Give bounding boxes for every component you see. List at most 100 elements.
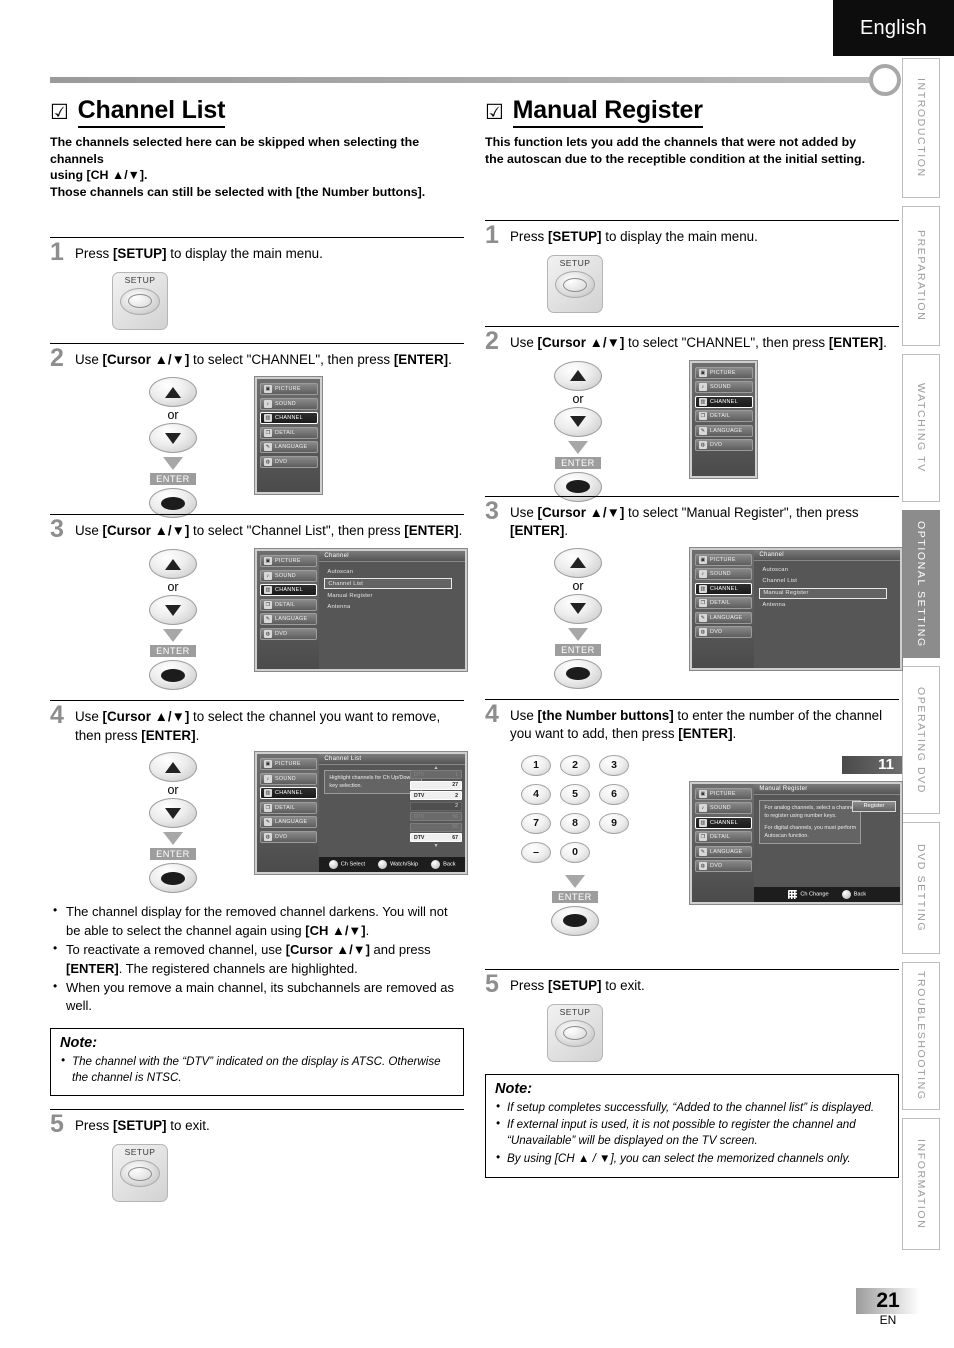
step-key-cursor: [Cursor ▲/▼] — [102, 523, 190, 539]
cursor-up-button-icon — [149, 549, 197, 580]
osd-menu-item-language[interactable]: ✎ LANGUAGE — [695, 611, 753, 624]
osd-item-autoscan[interactable]: Autoscan — [324, 567, 450, 576]
footer-ch-change[interactable]: Ch Change — [788, 889, 829, 899]
osd-menu-item-picture[interactable]: ▣ PICTURE — [260, 555, 318, 568]
osd-menu-item-dvd[interactable]: ◍ DVD — [695, 860, 753, 873]
footer-watch-skip[interactable]: Watch/Skip — [378, 860, 418, 870]
osd-menu-item-sound[interactable]: ♪ SOUND — [260, 772, 318, 785]
note-item: The channel with the “DTV” indicated on … — [60, 1053, 454, 1086]
osd-menu-item-detail[interactable]: ❐ DETAIL — [260, 801, 318, 814]
table-row[interactable]: DTV 56 — [410, 812, 462, 822]
osd-menu-item-dvd[interactable]: ◍ DVD — [695, 439, 753, 452]
sidebar-item-troubleshooting[interactable]: TROUBLESHOOTING — [902, 962, 940, 1110]
key-7[interactable]: 7 — [521, 812, 551, 834]
osd-menu-item-channel[interactable]: ▥ CHANNEL — [260, 787, 318, 800]
osd-label: SOUND — [710, 571, 731, 578]
lead-line-2b: [CH ▲/▼] — [86, 168, 145, 183]
list-item: To reactivate a removed channel, use [Cu… — [50, 940, 464, 978]
footer-back[interactable]: Back — [431, 860, 456, 870]
osd-menu-item-picture[interactable]: ▣ PICTURE — [695, 787, 753, 800]
osd-menu-item-detail[interactable]: ❐ DETAIL — [695, 410, 753, 423]
osd-menu-item-picture[interactable]: ▣ PICTURE — [695, 366, 753, 379]
osd-item-manual-register[interactable]: Manual Register — [759, 587, 888, 599]
sidebar-item-watching-tv[interactable]: WATCHING TV — [902, 354, 940, 502]
osd-menu-item-dvd[interactable]: ◍ DVD — [260, 830, 318, 843]
sidebar-item-operating-dvd[interactable]: OPERATING DVD — [902, 666, 940, 814]
sidebar-item-dvd-setting[interactable]: DVD SETTING — [902, 822, 940, 954]
lead-line-1: The channels selected here can be skippe… — [50, 135, 420, 166]
footer-back[interactable]: Back — [841, 889, 866, 899]
osd-menu-item-sound[interactable]: ♪ SOUND — [695, 802, 753, 815]
sidebar-item-optional-setting[interactable]: OPTIONAL SETTING — [902, 510, 940, 658]
key-0[interactable]: 0 — [560, 841, 590, 863]
table-row[interactable]: 27 — [410, 780, 462, 790]
key-3[interactable]: 3 — [599, 754, 629, 776]
title-text: Manual Register — [512, 96, 703, 128]
osd-menu-item-sound[interactable]: ♪ SOUND — [695, 381, 753, 394]
table-row[interactable]: DTV 2 — [410, 791, 462, 801]
step-number: 1 — [50, 237, 64, 266]
key-9[interactable]: 9 — [599, 812, 629, 834]
osd-menu-item-sound[interactable]: ♪ SOUND — [260, 569, 318, 582]
osd-manual-register-screen: ▣ PICTURE ♪ SOUND ▥ CHANNEL ❐ DETAIL ✎ LANGUA… — [690, 781, 902, 904]
key-1[interactable]: 1 — [521, 754, 551, 776]
scroll-down-icon[interactable]: ▼ — [410, 843, 462, 848]
cursor-up-button-icon — [554, 360, 602, 391]
osd-menu-item-dvd[interactable]: ◍ DVD — [695, 626, 753, 639]
osd-menu-item-sound[interactable]: ♪ SOUND — [695, 568, 753, 581]
osd-menu-item-channel[interactable]: ▥ CHANNEL — [695, 816, 753, 829]
note-item: If external input is used, it is not pos… — [495, 1116, 889, 1149]
osd-menu-item-detail[interactable]: ❐ DETAIL — [695, 597, 753, 610]
step-key-enter: [ENTER] — [404, 523, 459, 539]
osd-menu-item-language[interactable]: ✎ LANGUAGE — [260, 613, 318, 626]
osd-menu-item-language[interactable]: ✎ LANGUAGE — [695, 845, 753, 858]
table-row[interactable]: 56 — [410, 822, 462, 832]
osd-menu-item-dvd[interactable]: ◍ DVD — [260, 455, 318, 468]
sound-icon: ♪ — [264, 571, 272, 580]
key-4[interactable]: 4 — [521, 783, 551, 805]
osd-menu-item-language[interactable]: ✎ LANGUAGE — [260, 441, 318, 454]
osd-main-menu: ▣ PICTURE ♪ SOUND ▥ CHANNEL ❐ DETAIL ✎ LANGUA… — [690, 360, 757, 478]
table-row[interactable]: 2 — [410, 801, 462, 811]
osd-item-channel-list[interactable]: Channel List — [324, 578, 453, 590]
key-8[interactable]: 8 — [560, 812, 590, 834]
footer-ch-select[interactable]: Ch Select — [328, 860, 365, 870]
osd-menu-item-channel[interactable]: ▥ CHANNEL — [695, 582, 753, 595]
osd-register-button[interactable]: Register — [852, 800, 896, 812]
flow-arrow-icon — [163, 457, 183, 471]
flow-arrow-icon — [568, 440, 588, 454]
osd-menu-item-detail[interactable]: ❐ DETAIL — [260, 426, 318, 439]
osd-item-antenna[interactable]: Antenna — [759, 601, 885, 610]
osd-menu-item-dvd[interactable]: ◍ DVD — [260, 627, 318, 640]
or-label: or — [572, 391, 584, 406]
osd-item-antenna[interactable]: Antenna — [324, 602, 450, 611]
osd-menu-item-language[interactable]: ✎ LANGUAGE — [260, 816, 318, 829]
osd-menu-item-detail[interactable]: ❐ DETAIL — [260, 598, 318, 611]
note-line-2: For digital channels, you must perform A… — [764, 825, 857, 840]
key-5[interactable]: 5 — [560, 783, 590, 805]
keypad-row: – 0 — [521, 841, 629, 863]
osd-label: SOUND — [275, 400, 296, 407]
sidebar-item-information[interactable]: INFORMATION — [902, 1118, 940, 1250]
table-row[interactable]: DTV 67 — [410, 833, 462, 843]
osd-menu-item-channel[interactable]: ▥ CHANNEL — [695, 395, 753, 408]
sidebar-item-introduction[interactable]: INTRODUCTION — [902, 58, 940, 198]
key-dash[interactable]: – — [521, 841, 551, 863]
osd-menu-item-picture[interactable]: ▣ PICTURE — [695, 553, 753, 566]
osd-menu-item-channel[interactable]: ▥ CHANNEL — [260, 412, 318, 425]
osd-menu-item-picture[interactable]: ▣ PICTURE — [260, 383, 318, 396]
table-row[interactable]: DTV 1 — [410, 770, 462, 780]
key-6[interactable]: 6 — [599, 783, 629, 805]
key-2[interactable]: 2 — [560, 754, 590, 776]
osd-menu-item-detail[interactable]: ❐ DETAIL — [695, 831, 753, 844]
osd-item-autoscan[interactable]: Autoscan — [759, 566, 885, 575]
sidebar-item-preparation[interactable]: PREPARATION — [902, 206, 940, 346]
osd-menu-item-language[interactable]: ✎ LANGUAGE — [695, 424, 753, 437]
step-text: Press [SETUP] to display the main menu. — [75, 243, 323, 264]
osd-menu-item-picture[interactable]: ▣ PICTURE — [260, 758, 318, 771]
osd-item-manual-register[interactable]: Manual Register — [324, 591, 450, 600]
osd-item-channel-list[interactable]: Channel List — [759, 577, 885, 586]
osd-channel-rows: ▲ DTV 1 27 DTV 2 2 DTV 56 56 DTV 67 ▼ — [410, 766, 462, 848]
osd-menu-item-channel[interactable]: ▥ CHANNEL — [260, 584, 318, 597]
osd-menu-item-sound[interactable]: ♪ SOUND — [260, 397, 318, 410]
